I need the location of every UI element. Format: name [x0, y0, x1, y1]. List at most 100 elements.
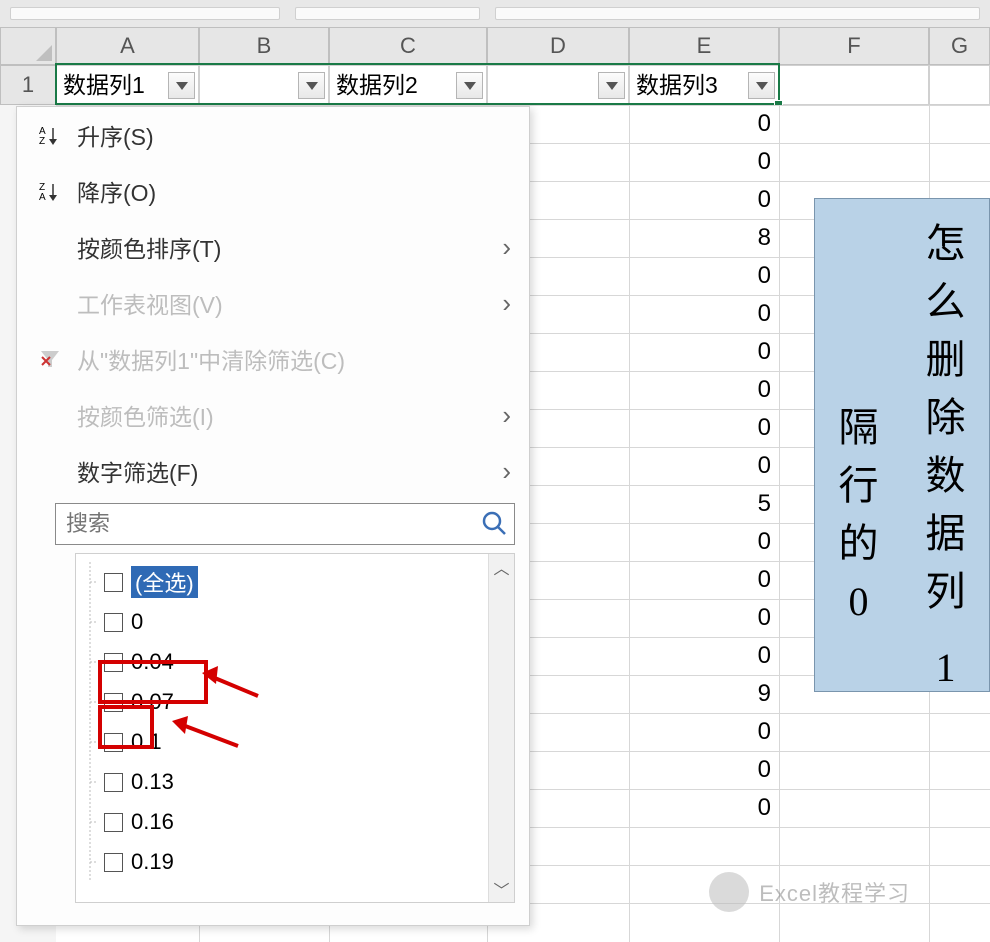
cell-B1[interactable]: [199, 65, 329, 105]
cell-E15[interactable]: 0: [629, 599, 779, 637]
col-header-F[interactable]: F: [779, 27, 929, 65]
filter-dropdown-D[interactable]: [598, 72, 625, 99]
annotation-col-left: 隔 行 的 0: [815, 199, 902, 691]
filter-item-label: 0.07: [131, 689, 174, 715]
menu-filter-number[interactable]: 数字筛选(F) ›: [17, 443, 529, 499]
col-header-E[interactable]: E: [629, 27, 779, 65]
checkbox[interactable]: [104, 853, 123, 872]
checkbox[interactable]: [104, 613, 123, 632]
filter-item-label: 0.1: [131, 729, 162, 755]
checkbox[interactable]: [104, 733, 123, 752]
filter-item[interactable]: 0.16: [76, 802, 486, 842]
menu-sort-color[interactable]: 按颜色排序(T) ›: [17, 219, 529, 275]
svg-text:A: A: [39, 192, 46, 202]
cell-F1[interactable]: [779, 65, 929, 105]
header-cells-row: 数据列1 数据列2 数据列3: [56, 65, 990, 105]
filter-item[interactable]: 0.1: [76, 722, 486, 762]
row-header-1[interactable]: 1: [0, 65, 56, 105]
tip-char: 怎: [926, 215, 966, 273]
cell-A1[interactable]: 数据列1: [56, 65, 199, 105]
filter-item[interactable]: 0.04: [76, 642, 486, 682]
cell-E10[interactable]: 0: [629, 409, 779, 447]
checkbox[interactable]: [104, 773, 123, 792]
tip-char: 0: [849, 573, 869, 631]
scroll-down-icon[interactable]: ﹀: [489, 876, 514, 902]
menu-sort-color-label: 按颜色排序(T): [77, 230, 221, 264]
cell-E6[interactable]: 0: [629, 257, 779, 295]
wechat-icon: [709, 872, 749, 912]
scroll-up-icon[interactable]: ︿: [489, 554, 514, 580]
cell-E8[interactable]: 0: [629, 333, 779, 371]
menu-sort-asc[interactable]: AZ 升序(S): [17, 107, 529, 163]
filter-item-label: 0.19: [131, 849, 174, 875]
tip-char: 隔: [839, 399, 879, 457]
watermark-text: Excel教程学习: [759, 876, 910, 908]
cell-A1-text: 数据列1: [63, 72, 145, 98]
chevron-right-icon: ›: [502, 288, 511, 319]
filter-dropdown-E[interactable]: [748, 72, 775, 99]
col-header-A[interactable]: A: [56, 27, 199, 65]
checkbox[interactable]: [104, 813, 123, 832]
menu-sort-desc[interactable]: ZA 降序(O): [17, 163, 529, 219]
chevron-right-icon: ›: [502, 456, 511, 487]
filter-item-label: 0.04: [131, 649, 174, 675]
filter-item-label: 0.13: [131, 769, 174, 795]
cell-E1[interactable]: 数据列3: [629, 65, 779, 105]
cell-D1[interactable]: [487, 65, 629, 105]
cell-E19[interactable]: 0: [629, 751, 779, 789]
cell-E4[interactable]: 0: [629, 181, 779, 219]
filter-dropdown-C[interactable]: [456, 72, 483, 99]
cell-E17[interactable]: 9: [629, 675, 779, 713]
col-header-D[interactable]: D: [487, 27, 629, 65]
cell-E16[interactable]: 0: [629, 637, 779, 675]
select-all-corner[interactable]: [0, 27, 56, 65]
filter-item[interactable]: 0: [76, 602, 486, 642]
toolbar-segment: [495, 7, 980, 20]
menu-sort-desc-label: 降序(O): [77, 174, 156, 208]
cell-E1-text: 数据列3: [636, 72, 718, 98]
tip-char: 除: [926, 389, 966, 447]
cell-E12[interactable]: 5: [629, 485, 779, 523]
annotation-col-right: 怎 么 删 除 数 据 列 1: [902, 199, 989, 691]
checkbox[interactable]: [104, 653, 123, 672]
cell-E14[interactable]: 0: [629, 561, 779, 599]
cell-E18[interactable]: 0: [629, 713, 779, 751]
filter-item[interactable]: 0.13: [76, 762, 486, 802]
tip-char: 删: [926, 331, 966, 389]
filter-dropdown-B[interactable]: [298, 72, 325, 99]
toolbar-segment: [295, 7, 480, 20]
cell-G1[interactable]: [929, 65, 990, 105]
toolbar-strip: [0, 0, 990, 27]
list-scrollbar[interactable]: ︿ ﹀: [488, 554, 514, 902]
cell-E7[interactable]: 0: [629, 295, 779, 333]
cell-C1-text: 数据列2: [336, 72, 418, 98]
cell-E20[interactable]: 0: [629, 789, 779, 827]
cell-E5[interactable]: 8: [629, 219, 779, 257]
menu-sheet-view: 工作表视图(V) ›: [17, 275, 529, 331]
annotation-textbox: 隔 行 的 0 怎 么 删 除 数 据 列 1: [814, 198, 990, 692]
filter-item[interactable]: 0.19: [76, 842, 486, 882]
col-header-C[interactable]: C: [329, 27, 487, 65]
cell-C1[interactable]: 数据列2: [329, 65, 487, 105]
tip-char: 行: [839, 457, 879, 515]
menu-filter-color-label: 按颜色筛选(I): [77, 398, 214, 432]
watermark: Excel教程学习: [709, 872, 910, 912]
tip-char: 的: [839, 515, 879, 573]
filter-dropdown-A[interactable]: [168, 72, 195, 99]
filter-item[interactable]: 0.07: [76, 682, 486, 722]
checkbox[interactable]: [104, 573, 123, 592]
checkbox[interactable]: [104, 693, 123, 712]
cell-E13[interactable]: 0: [629, 523, 779, 561]
filter-search-input[interactable]: [55, 503, 515, 545]
cell-E2[interactable]: 0: [629, 105, 779, 143]
filter-item[interactable]: (全选): [76, 562, 486, 602]
cell-E11[interactable]: 0: [629, 447, 779, 485]
filter-search-wrap: [55, 503, 515, 545]
toolbar-segment: [10, 7, 280, 20]
col-header-G[interactable]: G: [929, 27, 990, 65]
svg-text:Z: Z: [39, 136, 45, 146]
cell-E3[interactable]: 0: [629, 143, 779, 181]
search-icon[interactable]: [481, 510, 507, 541]
col-header-B[interactable]: B: [199, 27, 329, 65]
cell-E9[interactable]: 0: [629, 371, 779, 409]
